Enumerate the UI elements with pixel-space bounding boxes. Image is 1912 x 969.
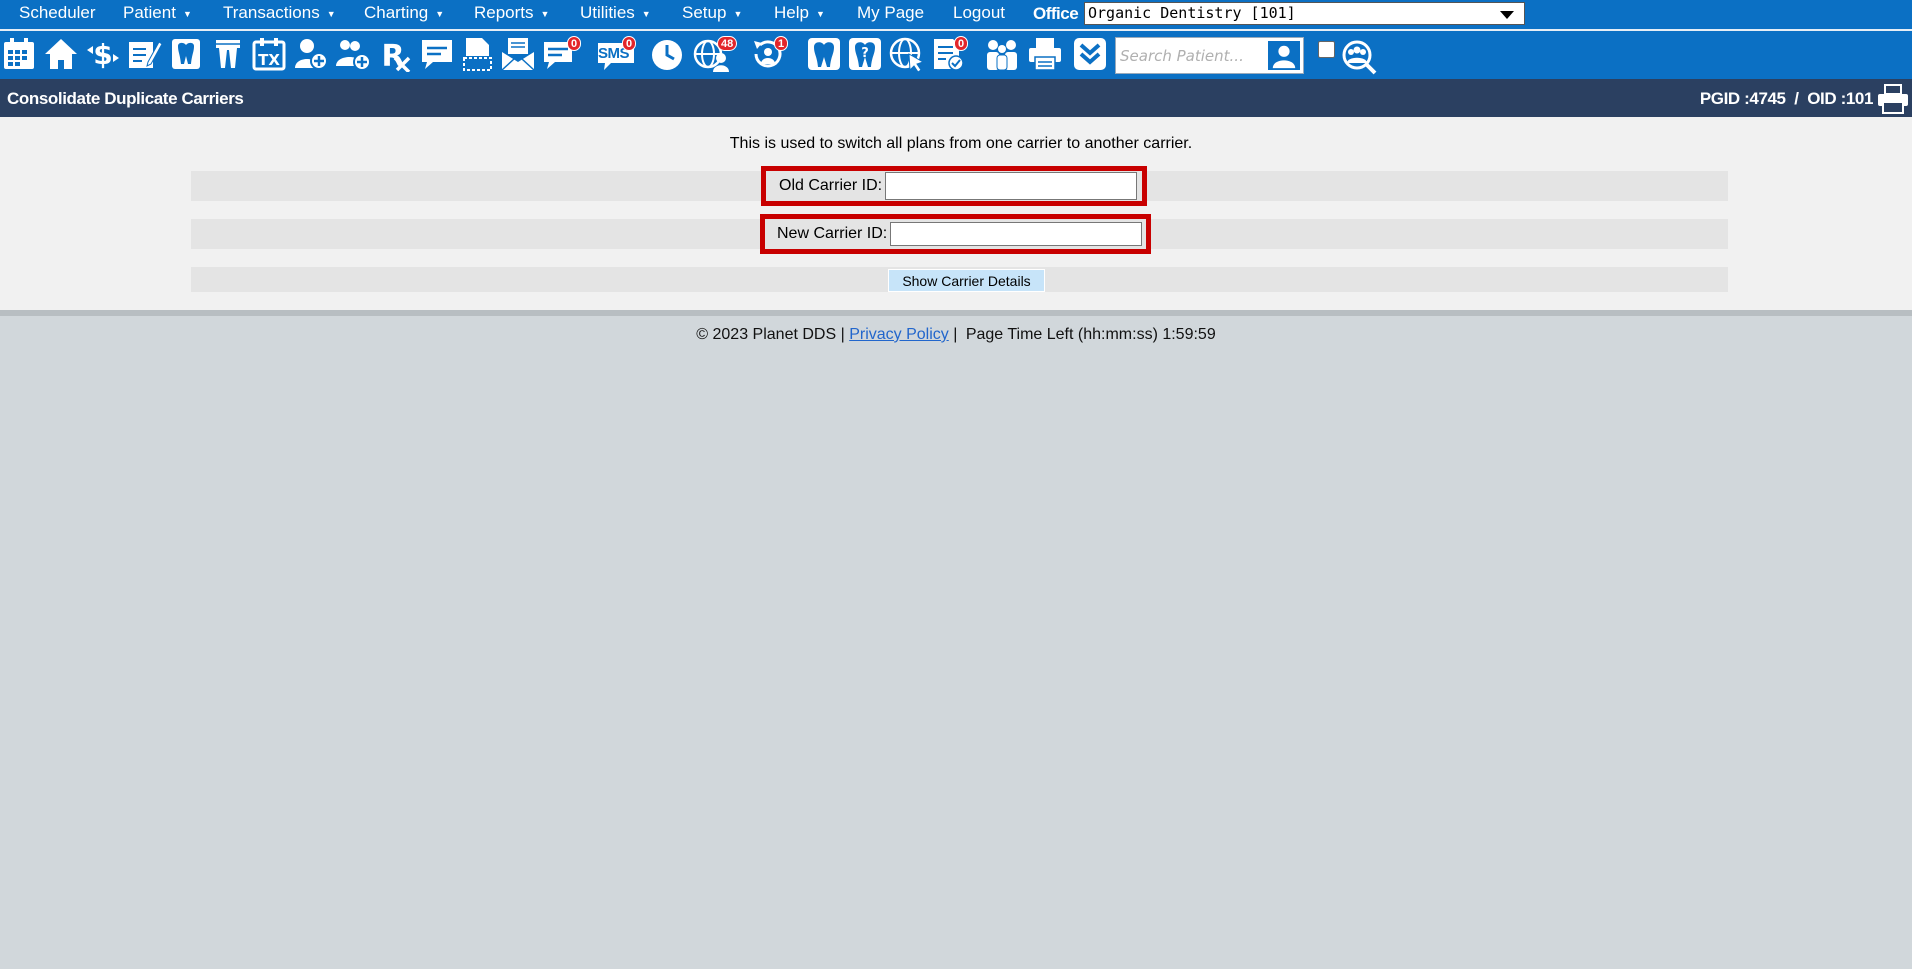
menu-label: Scheduler [19, 3, 96, 22]
treatment-plan-icon[interactable]: TX [250, 34, 288, 74]
content-divider [0, 310, 1912, 316]
patient-search [1115, 37, 1304, 74]
page-time-left: Page Time Left (hh:mm:ss) 1:59:59 [965, 326, 1216, 343]
menu-my-page[interactable]: My Page [857, 3, 924, 23]
add-patient-icon[interactable] [292, 34, 330, 74]
dollar-transfer-icon[interactable]: $ [84, 34, 122, 74]
menu-transactions[interactable]: Transactions ▼ [223, 3, 336, 23]
menu-charting[interactable]: Charting ▼ [364, 3, 444, 23]
menu-label: Transactions [223, 3, 320, 22]
menu-scheduler[interactable]: Scheduler [19, 3, 96, 23]
page-header: Consolidate Duplicate Carriers PGID :474… [0, 79, 1912, 117]
top-nav: Scheduler Patient ▼ Transactions ▼ Chartin… [0, 0, 1912, 29]
tooth-chart-icon[interactable] [167, 34, 205, 74]
menu-logout[interactable]: Logout [953, 3, 1005, 23]
search-patient-input[interactable] [1120, 40, 1265, 71]
tooth-question-icon[interactable]: ? [846, 34, 884, 74]
sms-icon[interactable]: SMS 0 [595, 34, 637, 74]
caret-down-icon: ▼ [326, 9, 336, 19]
family-icon[interactable] [983, 34, 1021, 74]
footer: © 2023 Planet DDS | Privacy Policy | Pag… [0, 326, 1912, 344]
office-select[interactable]: Organic Dentistry [101] [1084, 2, 1525, 25]
chat-icon[interactable]: 0 [541, 34, 582, 74]
web-cursor-icon[interactable] [888, 34, 926, 74]
new-carrier-input[interactable] [890, 222, 1143, 246]
footer-separator: | [953, 326, 958, 343]
caret-down-icon: ▼ [540, 9, 550, 19]
consolidate-form: This is used to switch all plans from on… [0, 117, 1912, 310]
menu-label: Logout [953, 3, 1005, 22]
new-carrier-field: New Carrier ID: [760, 214, 1151, 254]
clock-icon[interactable] [648, 34, 686, 74]
svg-text:$: $ [93, 38, 112, 71]
menu-utilities[interactable]: Utilities ▼ [580, 3, 651, 23]
group-search-icon[interactable] [1340, 37, 1378, 77]
menu-help[interactable]: Help ▼ [774, 3, 825, 23]
menu-label: My Page [857, 3, 925, 22]
office-label: Office [1033, 4, 1079, 23]
chat-badge: 0 [567, 36, 582, 51]
expand-icon[interactable] [1071, 34, 1109, 74]
add-family-icon[interactable] [334, 34, 372, 74]
svg-text:TX: TX [258, 51, 280, 69]
perio-icon[interactable] [209, 34, 247, 74]
dropdown-arrow-icon [1500, 11, 1514, 19]
caret-down-icon: ▼ [815, 9, 825, 19]
documents-icon[interactable] [458, 34, 496, 74]
print-page-icon[interactable] [1877, 84, 1909, 114]
copyright-text: © 2023 Planet DDS | [696, 326, 845, 343]
svg-text:?: ? [861, 46, 869, 61]
recall-icon[interactable]: 1 [749, 34, 789, 74]
caret-down-icon: ▼ [641, 9, 651, 19]
web-patients-icon[interactable]: 48 [689, 34, 738, 74]
page-title: Consolidate Duplicate Carriers [7, 89, 244, 108]
new-carrier-label: New Carrier ID: [777, 225, 888, 242]
show-carrier-details-button[interactable]: Show Carrier Details [888, 269, 1045, 292]
old-carrier-label: Old Carrier ID: [779, 177, 883, 194]
sms-badge: 0 [622, 36, 637, 51]
patient-search-button[interactable] [1266, 39, 1302, 72]
home-icon[interactable] [42, 34, 80, 74]
menu-label: Patient [123, 3, 176, 22]
icon-toolbar: $ TX R 0 SMS 0 48 1 ? 0 [0, 31, 1912, 79]
calendar-icon[interactable] [0, 34, 38, 74]
intro-text: This is used to switch all plans from on… [729, 135, 1193, 152]
menu-reports[interactable]: Reports ▼ [474, 3, 549, 23]
old-carrier-field: Old Carrier ID: [761, 166, 1147, 206]
menu-label: Help [774, 3, 809, 22]
menu-label: Setup [682, 3, 727, 22]
printer-icon[interactable] [1026, 34, 1064, 74]
forms-badge: 0 [954, 36, 969, 51]
caret-down-icon: ▼ [733, 9, 743, 19]
patient-search-icon [1272, 45, 1296, 68]
web-patients-badge: 48 [717, 36, 738, 51]
recall-badge: 1 [774, 36, 789, 51]
caret-down-icon: ▼ [182, 9, 192, 19]
prescription-icon[interactable]: R [376, 34, 414, 74]
mail-icon[interactable] [499, 34, 537, 74]
menu-patient[interactable]: Patient ▼ [123, 3, 192, 23]
old-carrier-input[interactable] [885, 172, 1138, 200]
privacy-policy-link[interactable]: Privacy Policy [849, 326, 949, 343]
page-ids: PGID :4745 / OID :101 [1699, 89, 1874, 108]
office-select-value: Organic Dentistry [101] [1088, 4, 1296, 22]
caret-down-icon: ▼ [435, 9, 445, 19]
menu-label: Reports [474, 3, 534, 22]
menu-label: Charting [364, 3, 429, 22]
menu-setup[interactable]: Setup ▼ [682, 3, 742, 23]
notes-edit-icon[interactable] [125, 34, 163, 74]
forms-icon[interactable]: 0 [930, 34, 969, 74]
message-doc-icon[interactable] [418, 34, 456, 74]
advanced-search-checkbox[interactable] [1318, 41, 1335, 58]
tooth-icon[interactable] [805, 34, 843, 74]
menu-label: Utilities [580, 3, 635, 22]
